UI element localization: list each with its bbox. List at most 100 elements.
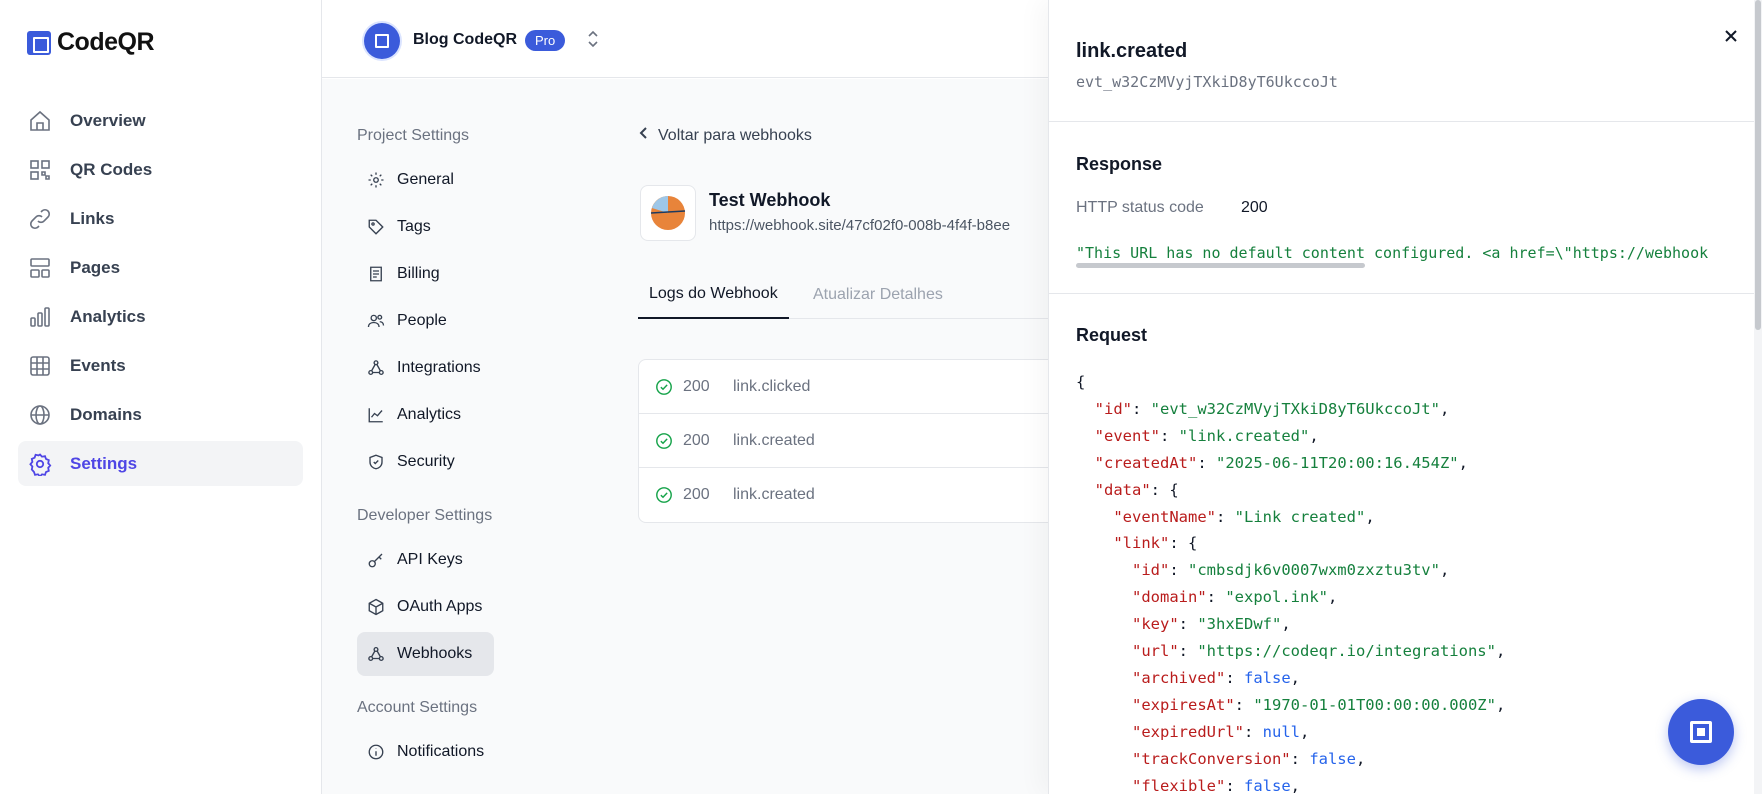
json-value: false bbox=[1244, 776, 1291, 794]
sidebar-item-qr-codes[interactable]: QR Codes bbox=[18, 147, 303, 192]
sidebar-item-overview[interactable]: Overview bbox=[18, 98, 303, 143]
request-heading: Request bbox=[1076, 325, 1148, 345]
globe-icon bbox=[28, 403, 52, 427]
webhook-avatar bbox=[640, 185, 696, 241]
event-id: evt_w32CzMVyjTXkiD8yT6UkccoJt bbox=[1076, 73, 1338, 91]
chevron-left-icon bbox=[638, 126, 650, 145]
response-scrollbar[interactable] bbox=[1076, 263, 1365, 268]
webhook-tabs: Logs do Webhook Atualizar Detalhes bbox=[638, 271, 1048, 319]
log-row[interactable]: 200 link.created bbox=[639, 468, 1057, 522]
log-status: 200 bbox=[683, 486, 710, 503]
json-value: "1970-01-01T00:00:00.000Z" bbox=[1253, 695, 1496, 714]
settings-item-oauth-apps[interactable]: OAuth Apps bbox=[357, 585, 494, 629]
json-value: "cmbsdjk6v0007wxm0zxztu3tv" bbox=[1188, 561, 1440, 580]
workspace-avatar[interactable] bbox=[364, 23, 400, 59]
webhook-log-list: 200 link.clicked 200 link.created 200 li… bbox=[638, 359, 1058, 523]
settings-item-label: Security bbox=[397, 453, 455, 470]
json-value: false bbox=[1309, 749, 1356, 768]
log-event: link.clicked bbox=[733, 377, 811, 395]
settings-item-api-keys[interactable]: API Keys bbox=[357, 538, 494, 582]
sidebar-item-label: Pages bbox=[70, 257, 121, 277]
workspace-name[interactable]: Blog CodeQR bbox=[413, 31, 517, 49]
sidebar-item-domains[interactable]: Domains bbox=[18, 392, 303, 437]
chevron-up-down-icon[interactable] bbox=[586, 29, 600, 54]
log-event: link.created bbox=[733, 486, 815, 503]
sidebar-item-events[interactable]: Events bbox=[18, 343, 303, 388]
settings-item-billing[interactable]: Billing bbox=[357, 252, 494, 296]
settings-item-label: Billing bbox=[397, 265, 440, 282]
main-content: Project Settings General Tags Billing Pe… bbox=[322, 79, 1058, 794]
sidebar-item-label: Domains bbox=[70, 404, 142, 424]
settings-item-label: People bbox=[397, 312, 447, 329]
sidebar-item-label: Links bbox=[70, 208, 115, 228]
settings-item-integrations[interactable]: Integrations bbox=[357, 346, 494, 390]
users-icon bbox=[367, 312, 385, 330]
line-chart-icon bbox=[367, 406, 385, 424]
webhook-logo-icon bbox=[650, 196, 686, 230]
back-to-webhooks-link[interactable]: Voltar para webhooks bbox=[638, 126, 812, 145]
request-json: { "id": "evt_w32CzMVyjTXkiD8yT6UkccoJt",… bbox=[1076, 373, 1506, 794]
log-event: link.created bbox=[733, 431, 815, 449]
check-circle-icon bbox=[656, 432, 672, 449]
settings-item-webhooks[interactable]: Webhooks bbox=[357, 632, 494, 676]
settings-item-people[interactable]: People bbox=[357, 299, 494, 343]
back-link-label: Voltar para webhooks bbox=[658, 126, 812, 144]
scrollbar-thumb[interactable] bbox=[1755, 0, 1761, 330]
log-row[interactable]: 200 link.created bbox=[639, 414, 1057, 468]
info-icon bbox=[367, 743, 385, 761]
settings-item-analytics[interactable]: Analytics bbox=[357, 393, 494, 437]
check-circle-icon bbox=[656, 487, 672, 503]
workspace-logo-icon bbox=[375, 34, 389, 48]
webhook-event-panel: link.created evt_w32CzMVyjTXkiD8yT6Ukcco… bbox=[1048, 0, 1762, 794]
json-value: "https://codeqr.io/integrations" bbox=[1197, 642, 1496, 661]
event-title: link.created bbox=[1076, 40, 1188, 62]
sidebar-item-settings[interactable]: Settings bbox=[18, 441, 303, 486]
log-status: 200 bbox=[683, 377, 710, 395]
shield-icon bbox=[367, 453, 385, 471]
settings-item-general[interactable]: General bbox=[357, 158, 494, 202]
developer-settings-heading: Developer Settings bbox=[357, 507, 493, 524]
settings-item-security[interactable]: Security bbox=[357, 440, 494, 484]
status-code-label: HTTP status code bbox=[1076, 199, 1204, 216]
sidebar-item-label: Settings bbox=[70, 453, 138, 473]
workspace-header: Blog CodeQR Pro bbox=[322, 0, 1048, 78]
response-heading: Response bbox=[1076, 154, 1163, 174]
tab-update-details[interactable]: Atualizar Detalhes bbox=[802, 271, 954, 319]
json-value: "expol.ink" bbox=[1225, 588, 1328, 607]
key-icon bbox=[367, 551, 385, 569]
sidebar-item-pages[interactable]: Pages bbox=[18, 245, 303, 290]
settings-item-label: API Keys bbox=[397, 551, 463, 568]
panel-scrollbar[interactable] bbox=[1754, 0, 1762, 794]
webhook-icon bbox=[367, 645, 385, 663]
log-status: 200 bbox=[683, 431, 710, 449]
settings-item-label: Webhooks bbox=[397, 645, 473, 662]
gear-icon bbox=[367, 171, 385, 189]
sidebar-item-analytics[interactable]: Analytics bbox=[18, 294, 303, 339]
tab-webhook-logs[interactable]: Logs do Webhook bbox=[638, 271, 789, 319]
check-circle-icon bbox=[656, 378, 672, 395]
settings-item-label: Notifications bbox=[397, 743, 485, 760]
cube-icon bbox=[367, 598, 385, 616]
main-nav: Overview QR Codes Links Pages Analytics bbox=[18, 98, 303, 490]
sidebar-item-links[interactable]: Links bbox=[18, 196, 303, 241]
settings-item-tags[interactable]: Tags bbox=[357, 205, 494, 249]
json-value: null bbox=[1262, 722, 1300, 741]
close-button[interactable] bbox=[1721, 26, 1741, 46]
log-row[interactable]: 200 link.clicked bbox=[639, 360, 1057, 414]
settings-item-label: OAuth Apps bbox=[397, 598, 483, 615]
status-code-value: 200 bbox=[1241, 199, 1268, 216]
project-settings-heading: Project Settings bbox=[357, 127, 470, 144]
json-value: "link.created" bbox=[1178, 426, 1310, 445]
json-value: "evt_w32CzMVyjTXkiD8yT6UkccoJt" bbox=[1150, 399, 1440, 418]
webhook-url: https://webhook.site/47cf02f0-008b-4f4f-… bbox=[709, 217, 1011, 234]
integrations-icon bbox=[367, 359, 385, 377]
app-logo[interactable]: CodeQR bbox=[27, 28, 155, 57]
grid-icon bbox=[28, 354, 52, 378]
settings-item-notifications[interactable]: Notifications bbox=[357, 730, 494, 774]
gear-icon bbox=[28, 452, 52, 476]
settings-item-label: Integrations bbox=[397, 359, 481, 376]
webhook-name: Test Webhook bbox=[709, 190, 831, 210]
pages-icon bbox=[28, 256, 52, 280]
help-fab-button[interactable] bbox=[1668, 699, 1734, 765]
close-icon bbox=[1725, 30, 1737, 42]
